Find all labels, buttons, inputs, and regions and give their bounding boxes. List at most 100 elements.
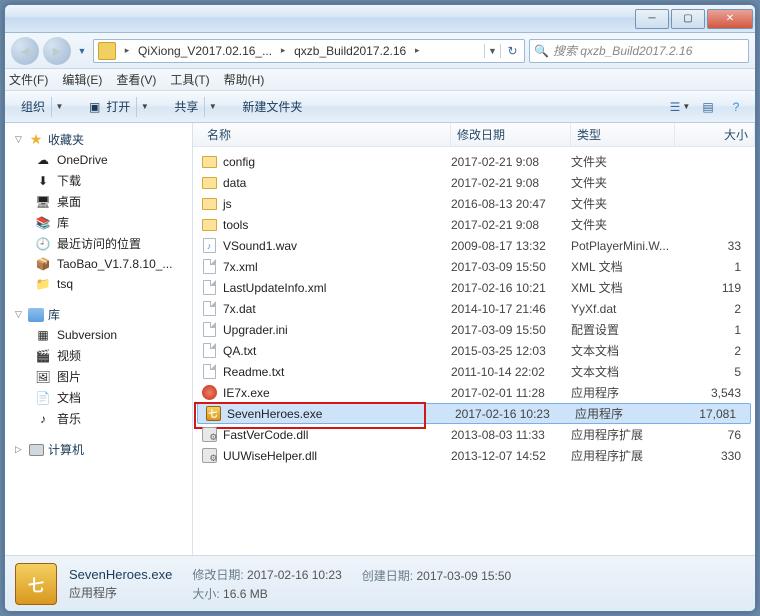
- file-row[interactable]: FastVerCode.dll2013-08-03 11:33应用程序扩展76: [193, 424, 755, 445]
- search-input[interactable]: 🔍 搜索 qxzb_Build2017.2.16: [529, 39, 749, 63]
- menu-help[interactable]: 帮助(H): [224, 71, 265, 88]
- sidebar-item[interactable]: 📁tsq: [5, 274, 192, 294]
- menu-file[interactable]: 文件(F): [9, 71, 48, 88]
- file-row[interactable]: UUWiseHelper.dll2013-12-07 14:52应用程序扩展33…: [193, 445, 755, 466]
- sidebar-item[interactable]: 🕘最近访问的位置: [5, 233, 192, 254]
- file-row[interactable]: 七SevenHeroes.exe2017-02-16 10:23应用程序17,0…: [197, 403, 751, 424]
- computer-header[interactable]: ▷ 计算机: [5, 439, 192, 460]
- sidebar-item-icon: ♪: [35, 411, 51, 427]
- breadcrumb-chevron-icon[interactable]: ▸: [120, 45, 134, 56]
- nav-history-dropdown[interactable]: ▼: [75, 40, 89, 62]
- col-date[interactable]: 修改日期: [451, 123, 571, 146]
- file-row[interactable]: LastUpdateInfo.xml2017-02-16 10:21XML 文档…: [193, 277, 755, 298]
- share-button[interactable]: 共享▼: [164, 95, 230, 119]
- file-row[interactable]: tools2017-02-21 9:08文件夹: [193, 214, 755, 235]
- sidebar-item[interactable]: ▦Subversion: [5, 325, 192, 345]
- menu-edit[interactable]: 编辑(E): [62, 71, 102, 88]
- file-icon: [203, 280, 216, 295]
- file-type: YyXf.dat: [571, 302, 675, 316]
- sidebar-item[interactable]: 🎬视频: [5, 345, 192, 366]
- file-icon: [203, 322, 216, 337]
- dll-icon: [202, 448, 217, 463]
- file-name: Readme.txt: [223, 365, 284, 379]
- file-row[interactable]: js2016-08-13 20:47文件夹: [193, 193, 755, 214]
- new-folder-button[interactable]: 新建文件夹: [232, 95, 312, 119]
- maximize-button[interactable]: ▢: [671, 9, 705, 29]
- file-row[interactable]: IE7x.exe2017-02-01 11:28应用程序3,543: [193, 382, 755, 403]
- sidebar-item[interactable]: 🖥桌面: [5, 191, 192, 212]
- menu-view[interactable]: 查看(V): [116, 71, 156, 88]
- breadcrumb-chevron-icon[interactable]: ▸: [410, 45, 424, 56]
- file-row[interactable]: data2017-02-21 9:08文件夹: [193, 172, 755, 193]
- sidebar-item[interactable]: ☁OneDrive: [5, 150, 192, 170]
- refresh-button[interactable]: ↻: [500, 44, 524, 58]
- file-name: tools: [223, 218, 248, 232]
- file-date: 2017-03-09 15:50: [451, 260, 571, 274]
- favorites-header[interactable]: ▽ ★ 收藏夹: [5, 129, 192, 150]
- file-date: 2009-08-17 13:32: [451, 239, 571, 253]
- star-icon: ★: [28, 132, 44, 148]
- breadcrumb-chevron-icon[interactable]: ▸: [276, 45, 290, 56]
- file-name: Upgrader.ini: [223, 323, 288, 337]
- preview-pane-button[interactable]: ▤: [695, 96, 721, 118]
- menu-tools[interactable]: 工具(T): [170, 71, 209, 88]
- sidebar-item-icon: ⬇: [35, 173, 51, 189]
- sidebar-item-icon: 📄: [35, 390, 51, 406]
- breadcrumb-segment-1[interactable]: QiXiong_V2017.02.16_...: [134, 40, 276, 62]
- close-button[interactable]: ✕: [707, 9, 753, 29]
- title-bar[interactable]: ─ ▢ ✕: [5, 5, 755, 33]
- sidebar-item-icon: ☁: [35, 152, 51, 168]
- search-placeholder: 搜索 qxzb_Build2017.2.16: [553, 42, 692, 59]
- file-size: 17,081: [679, 407, 750, 421]
- sidebar-item[interactable]: ♪音乐: [5, 408, 192, 429]
- collapse-icon[interactable]: ▽: [13, 309, 24, 320]
- libraries-header[interactable]: ▽ 库: [5, 304, 192, 325]
- organize-button[interactable]: 组织▼: [11, 95, 77, 119]
- status-filename: SevenHeroes.exe: [69, 567, 172, 582]
- status-created-label: 创建日期:: [362, 569, 413, 583]
- file-size: 119: [675, 281, 755, 295]
- file-date: 2015-03-25 12:03: [451, 344, 571, 358]
- file-name: VSound1.wav: [223, 239, 297, 253]
- file-date: 2017-02-21 9:08: [451, 155, 571, 169]
- file-row[interactable]: 7x.dat2014-10-17 21:46YyXf.dat2: [193, 298, 755, 319]
- file-name: UUWiseHelper.dll: [223, 449, 317, 463]
- nav-forward-button[interactable]: ►: [43, 37, 71, 65]
- col-size[interactable]: 大小: [675, 123, 755, 146]
- file-type: 应用程序: [571, 384, 675, 401]
- toolbar: 组织▼ ▣打开▼ 共享▼ 新建文件夹 ☰▼ ▤ ?: [5, 91, 755, 123]
- file-row[interactable]: Upgrader.ini2017-03-09 15:50配置设置1: [193, 319, 755, 340]
- file-row[interactable]: config2017-02-21 9:08文件夹: [193, 151, 755, 172]
- sidebar-item-icon: 🖼: [35, 369, 51, 385]
- file-type: 应用程序扩展: [571, 447, 675, 464]
- open-button[interactable]: ▣打开▼: [79, 95, 162, 119]
- sidebar-item[interactable]: 🖼 图片: [5, 366, 192, 387]
- sidebar-item[interactable]: 📚库: [5, 212, 192, 233]
- help-button[interactable]: ?: [723, 96, 749, 118]
- sidebar-item-label: 图片: [57, 368, 81, 385]
- expand-icon[interactable]: ▷: [13, 444, 24, 455]
- nav-back-button[interactable]: ◄: [11, 37, 39, 65]
- file-row[interactable]: ♪VSound1.wav2009-08-17 13:32PotPlayerMin…: [193, 235, 755, 256]
- col-name[interactable]: 名称: [201, 123, 451, 146]
- breadcrumb[interactable]: ▸ QiXiong_V2017.02.16_... ▸ qxzb_Build20…: [93, 39, 525, 63]
- breadcrumb-segment-2[interactable]: qxzb_Build2017.2.16: [290, 40, 410, 62]
- sidebar-item-label: 文档: [57, 389, 81, 406]
- col-type[interactable]: 类型: [571, 123, 675, 146]
- nav-pane: ▽ ★ 收藏夹 ☁OneDrive⬇下载🖥桌面📚库🕘最近访问的位置📦TaoBao…: [5, 123, 193, 555]
- sidebar-item[interactable]: ⬇下载: [5, 170, 192, 191]
- view-options-button[interactable]: ☰▼: [667, 96, 693, 118]
- details-pane: 七 SevenHeroes.exe 应用程序 修改日期: 2017-02-16 …: [5, 555, 755, 611]
- file-row[interactable]: Readme.txt2011-10-14 22:02文本文档5: [193, 361, 755, 382]
- breadcrumb-dropdown[interactable]: ▼: [484, 44, 500, 58]
- status-size-value: 16.6 MB: [223, 587, 268, 601]
- collapse-icon[interactable]: ▽: [13, 134, 24, 145]
- file-row[interactable]: 7x.xml2017-03-09 15:50XML 文档1: [193, 256, 755, 277]
- sidebar-item-label: 桌面: [57, 193, 81, 210]
- file-row[interactable]: QA.txt2015-03-25 12:03文本文档2: [193, 340, 755, 361]
- file-size: 2: [675, 302, 755, 316]
- sidebar-item[interactable]: 📄 文档: [5, 387, 192, 408]
- minimize-button[interactable]: ─: [635, 9, 669, 29]
- computer-label: 计算机: [48, 441, 84, 458]
- sidebar-item[interactable]: 📦TaoBao_V1.7.8.10_...: [5, 254, 192, 274]
